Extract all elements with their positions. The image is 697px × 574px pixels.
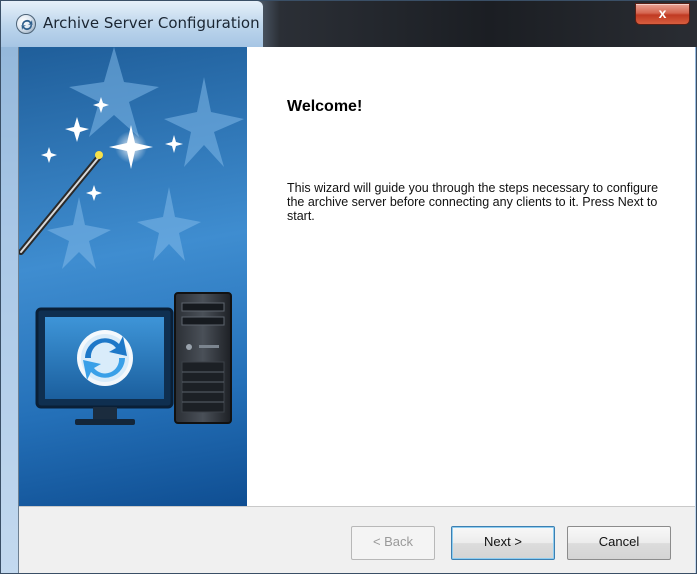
close-button[interactable]: x (635, 3, 690, 25)
page-heading: Welcome! (287, 98, 363, 115)
wizard-button-bar: < Back Next > Cancel (19, 506, 695, 573)
back-button[interactable]: < Back (351, 526, 435, 560)
window-title: Archive Server Configuration (43, 14, 260, 32)
wizard-banner-image (19, 47, 247, 506)
archive-server-app-icon[interactable] (16, 14, 36, 34)
wizard-content-panel: Welcome! This wizard will guide you thro… (247, 47, 695, 506)
background-stars (47, 47, 244, 269)
title-bar[interactable]: Archive Server Configuration x (1, 1, 697, 47)
sync-icon (77, 330, 133, 386)
cancel-button[interactable]: Cancel (567, 526, 671, 560)
wizard-client-area: Welcome! This wizard will guide you thro… (18, 47, 695, 573)
computer-tower-icon (174, 292, 232, 424)
page-description: This wizard will guide you through the s… (287, 181, 659, 223)
wizard-window: Archive Server Configuration x Welcome! … (0, 0, 697, 574)
next-button[interactable]: Next > (451, 526, 555, 560)
